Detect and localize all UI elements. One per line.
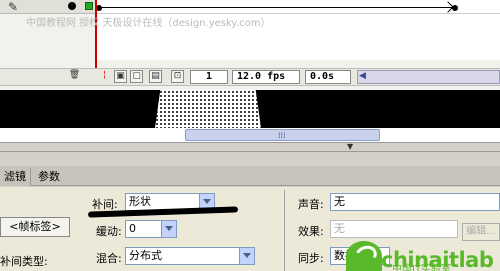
blend-value: 分布式 xyxy=(129,249,162,262)
panel-collapse-bar[interactable] xyxy=(0,142,500,152)
ease-label: 缓动: xyxy=(96,225,122,238)
selected-shape[interactable] xyxy=(155,90,261,128)
layer-outline-color-box[interactable] xyxy=(85,2,93,10)
center-frame-icon[interactable]: ¦ xyxy=(98,70,111,83)
sound-value: 无 xyxy=(334,195,345,208)
frame-label-field[interactable]: <帧标签> xyxy=(0,217,70,237)
shape-tween-line xyxy=(101,7,453,8)
blend-select[interactable]: 分布式 xyxy=(125,247,255,265)
frame-rate-field[interactable]: 12.0 fps xyxy=(232,70,300,84)
scroll-left-arrow-icon[interactable]: ◀ xyxy=(359,71,366,81)
tween-label: 补间: xyxy=(92,198,118,211)
collapse-arrow-icon[interactable]: ▼ xyxy=(347,142,353,152)
tab-parameters[interactable]: 参数 xyxy=(34,168,64,186)
onion-skin-icon[interactable]: ▣ xyxy=(114,70,127,83)
tab-filters[interactable]: 滤镜 xyxy=(0,168,31,186)
sound-select[interactable]: 无 xyxy=(330,193,500,211)
end-keyframe[interactable] xyxy=(452,5,458,11)
layer-visibility-dot[interactable] xyxy=(68,2,76,10)
panel-divider xyxy=(284,190,285,271)
chevron-down-icon[interactable] xyxy=(161,221,176,237)
elapsed-time-field: 0.0s xyxy=(305,70,351,84)
effect-value: 无 xyxy=(334,222,345,235)
ease-select[interactable]: 0 xyxy=(125,220,177,238)
watermark-text: 中国教程网 授权 天极设计在线（design.yesky.com） xyxy=(26,18,271,29)
sound-label: 声音: xyxy=(298,198,324,211)
logo-subtitle: 中国IT实验室 xyxy=(392,264,452,271)
onion-markers-icon[interactable]: ⊡ xyxy=(171,70,184,83)
pencil-icon: ✎ xyxy=(8,0,19,14)
trash-icon[interactable]: 🗑 xyxy=(68,70,81,83)
timeline-scrollbar[interactable] xyxy=(357,70,500,84)
tween-value: 形状 xyxy=(129,195,151,208)
effect-label: 效果: xyxy=(298,225,324,238)
tween-type-label: 补间类型: xyxy=(0,255,48,268)
chevron-down-icon[interactable] xyxy=(239,248,254,264)
properties-tab-row xyxy=(0,166,500,186)
blend-label: 混合: xyxy=(96,252,122,265)
sync-label: 同步: xyxy=(298,252,324,265)
ease-value: 0 xyxy=(129,222,136,235)
scroll-grip-icon[interactable]: ⁞⁞⁞ xyxy=(278,131,286,140)
edit-multiple-frames-icon[interactable]: ▤ xyxy=(149,70,162,83)
current-frame-field: 1 xyxy=(190,70,228,84)
edit-sound-button[interactable]: 编辑... xyxy=(462,223,500,241)
effect-select[interactable]: 无 xyxy=(330,220,458,238)
onion-outline-icon[interactable]: ▢ xyxy=(130,70,143,83)
